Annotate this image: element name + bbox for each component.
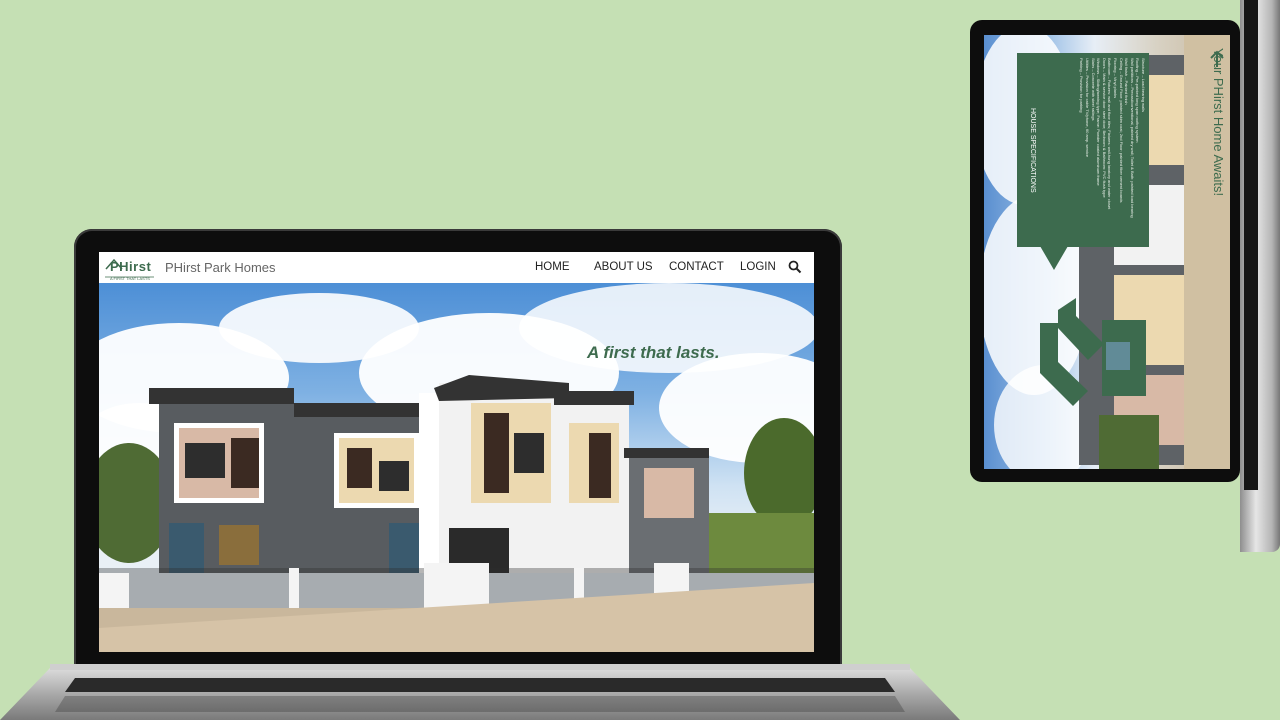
laptop-front-base	[0, 664, 960, 720]
navbar: PHirst A FIRST THAT LASTS PHirst Park Ho…	[99, 252, 814, 283]
home-chevron-icon[interactable]	[1040, 298, 1148, 424]
specs-panel-pointer	[1040, 246, 1068, 270]
spec-line: Bathroom – Fixtures: wall and floor tile…	[1107, 58, 1113, 210]
cta-your-home-awaits[interactable]: Your PHirst Home Awaits!	[1211, 48, 1226, 196]
nav-login[interactable]: LOGIN	[740, 261, 776, 273]
nav-home[interactable]: HOME	[535, 261, 570, 273]
brand-name: PHirst Park Homes	[165, 260, 276, 275]
logo-text: PHirst	[110, 259, 152, 274]
townhouse-illustration	[99, 375, 814, 652]
hero-image: A first that lasts.	[99, 283, 814, 652]
spec-line: Roofing – Pre-painted long span roofing …	[1135, 58, 1141, 143]
nav-contact[interactable]: CONTACT	[669, 261, 724, 273]
spec-line: Stairs – Concrete with steel railings	[1090, 58, 1096, 121]
spec-line: Ceiling – Ground Floor: painted skim coa…	[1118, 58, 1124, 203]
nav-about-us[interactable]: ABOUT US	[594, 261, 653, 273]
specs-title: HOUSE SPECIFICATIONS	[1029, 108, 1036, 193]
spec-line: Utilities – Provision for cable TV/phone…	[1085, 58, 1091, 158]
spec-line: Windows – Sliding/awning type; Frame: Po…	[1096, 58, 1102, 186]
spec-line: Structure – Load bearing walls	[1141, 58, 1146, 113]
search-icon[interactable]	[788, 260, 802, 274]
specs-list: Structure – Load bearing walls Roofing –…	[1079, 58, 1146, 238]
logo[interactable]: PHirst A FIRST THAT LASTS	[104, 255, 156, 281]
spec-line: Doors – Main & service door: steel door;…	[1101, 58, 1107, 198]
spec-line: Wall partitions – Precast/conventional, …	[1129, 58, 1135, 218]
arrow-up-icon[interactable]	[1209, 50, 1225, 68]
laptop-side-keyboard	[1244, 0, 1258, 490]
hero-tagline: A first that lasts.	[587, 343, 720, 362]
logo-tagline: A FIRST THAT LASTS	[110, 276, 150, 281]
laptop-front-screen: PHirst A FIRST THAT LASTS PHirst Park Ho…	[99, 252, 814, 652]
